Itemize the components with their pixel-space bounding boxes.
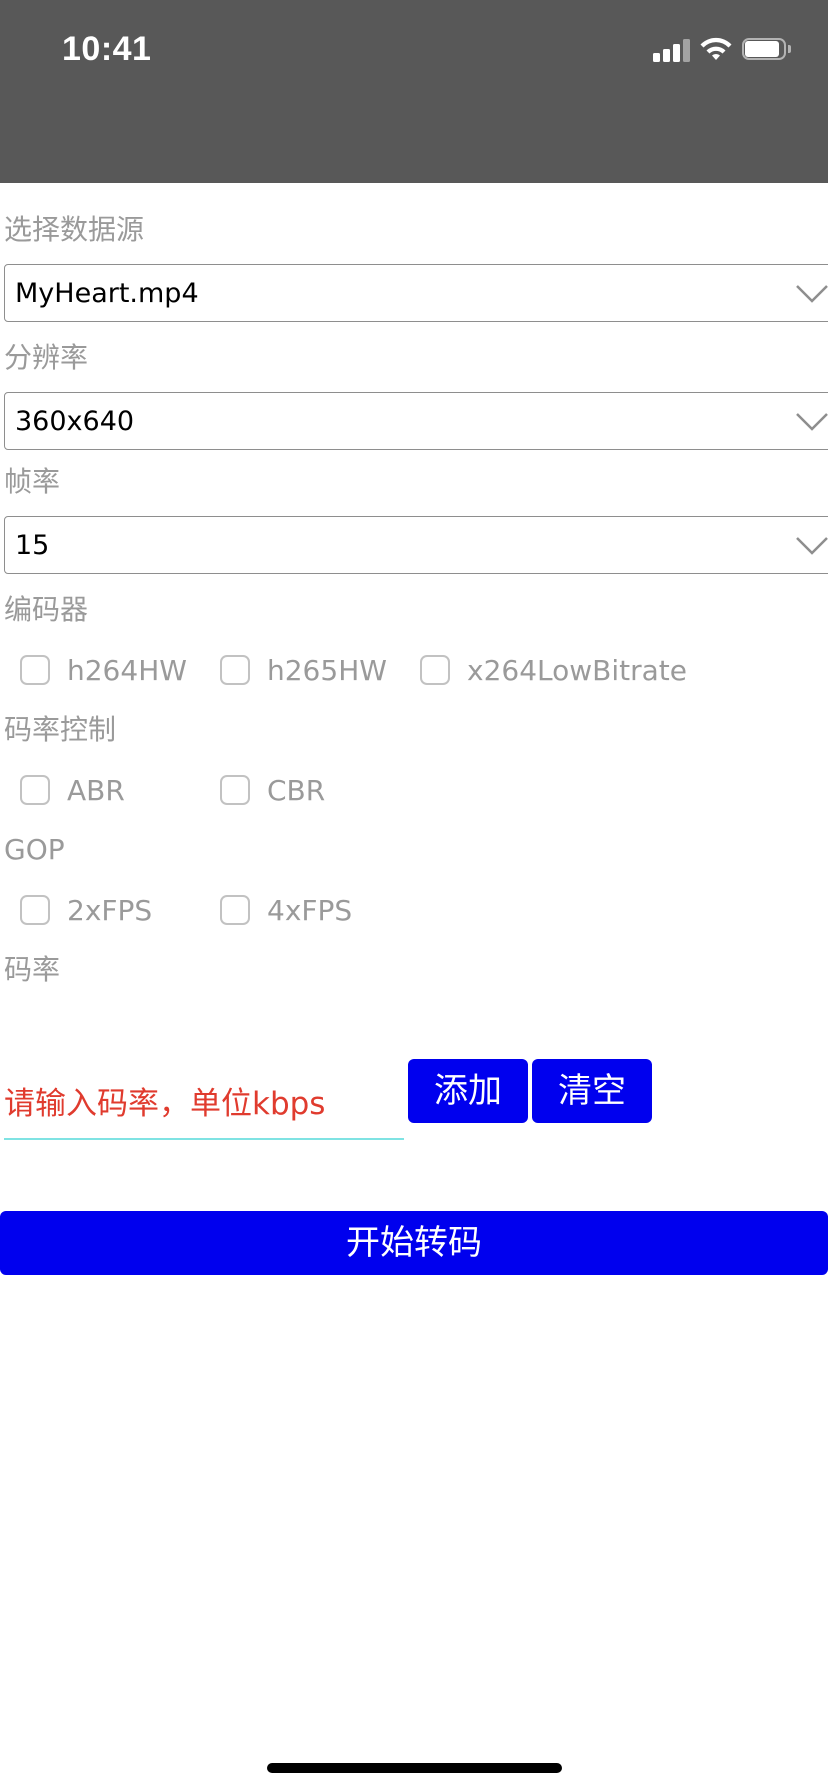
framerate-label: 帧率 (4, 465, 61, 498)
clear-button[interactable]: 清空 (532, 1059, 652, 1123)
start-transcode-button[interactable]: 开始转码 (0, 1211, 828, 1275)
checkbox-label: 4xFPS (267, 894, 353, 927)
checkbox[interactable] (420, 655, 450, 685)
encoder-label: 编码器 (4, 593, 89, 626)
rate-control-options: ABR CBR (0, 771, 828, 811)
checkbox[interactable] (20, 895, 50, 925)
source-select-value: MyHeart.mp4 (15, 278, 199, 309)
framerate-select[interactable]: 15 (4, 516, 828, 574)
source-label: 选择数据源 (4, 213, 145, 246)
checkbox-label: CBR (267, 774, 326, 807)
checkbox-label: ABR (67, 774, 125, 807)
source-select[interactable]: MyHeart.mp4 (4, 264, 828, 322)
gop-label: GOP (4, 833, 65, 866)
checkbox[interactable] (220, 655, 250, 685)
resolution-select-value: 360x640 (15, 406, 135, 437)
battery-icon (742, 38, 794, 62)
checkbox[interactable] (20, 655, 50, 685)
bitrate-label: 码率 (4, 953, 61, 986)
resolution-select[interactable]: 360x640 (4, 392, 828, 450)
chevron-down-icon (796, 285, 828, 303)
checkbox-label: h264HW (67, 654, 187, 687)
framerate-select-value: 15 (15, 530, 50, 561)
encoder-options: h264HW h265HW x264LowBitrate (0, 651, 828, 691)
status-bar: 10:41 (0, 0, 828, 183)
signal-icon (653, 38, 691, 62)
gop-options: 2xFPS 4xFPS (0, 891, 828, 931)
checkbox-label: 2xFPS (67, 894, 153, 927)
add-button[interactable]: 添加 (408, 1059, 528, 1123)
bitrate-input[interactable] (4, 1070, 404, 1140)
checkbox[interactable] (20, 775, 50, 805)
chevron-down-icon (796, 413, 828, 431)
checkbox-label: x264LowBitrate (467, 654, 687, 687)
checkbox[interactable] (220, 895, 250, 925)
status-time: 10:41 (62, 30, 152, 68)
chevron-down-icon (796, 537, 828, 555)
home-indicator[interactable] (267, 1763, 562, 1773)
resolution-label: 分辨率 (4, 341, 89, 374)
checkbox-label: h265HW (267, 654, 387, 687)
checkbox[interactable] (220, 775, 250, 805)
rate-control-label: 码率控制 (4, 713, 117, 746)
wifi-icon (700, 37, 732, 60)
